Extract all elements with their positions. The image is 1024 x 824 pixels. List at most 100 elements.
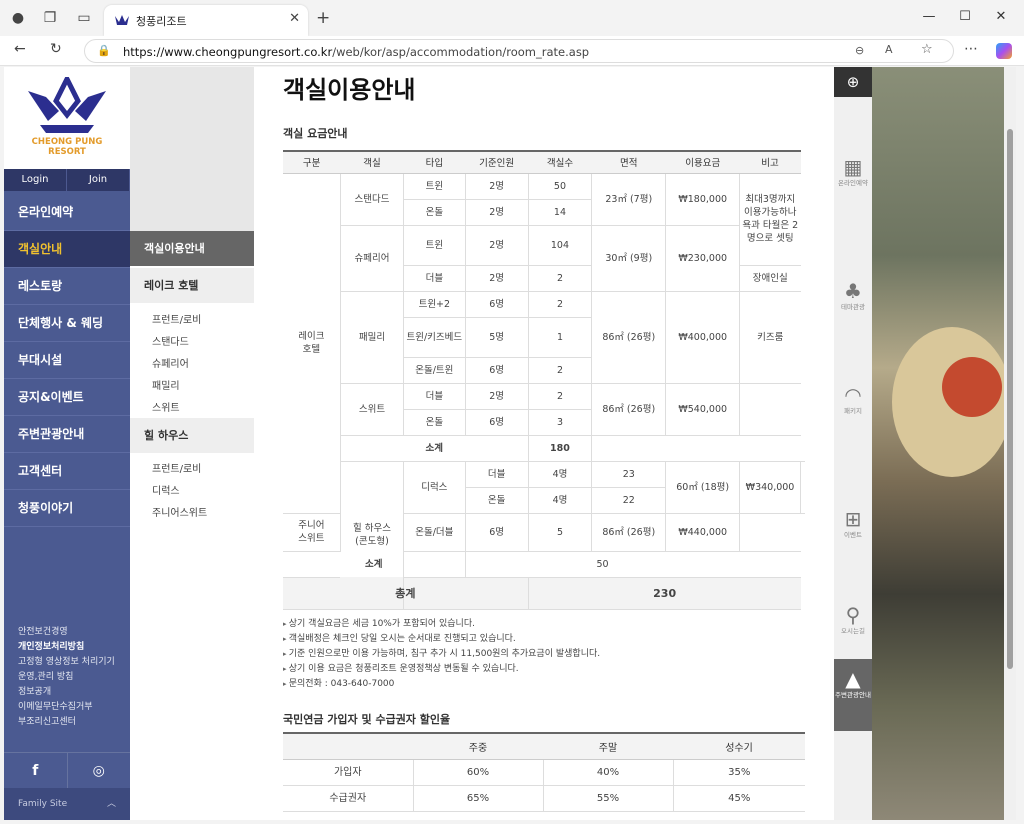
globe-icon[interactable]: ⊕ [834, 67, 872, 97]
new-tab-icon[interactable]: + [316, 8, 330, 28]
cell: 60㎡ (18평) [665, 460, 741, 514]
submenu-item[interactable]: 프런트/로비 [152, 311, 201, 326]
footer-link[interactable]: 부조리신고센터 [18, 715, 128, 730]
cell: 더블 [464, 460, 529, 488]
join-link[interactable]: Join [67, 169, 130, 191]
submenu-item[interactable]: 스위트 [152, 399, 180, 414]
room-name: 스탠다드 [339, 172, 405, 226]
instagram-icon[interactable]: ◎ [68, 753, 131, 788]
copilot-icon[interactable] [996, 43, 1012, 59]
background-photo [872, 67, 1016, 820]
cell [591, 434, 801, 462]
facebook-icon[interactable]: f [4, 753, 68, 788]
col-header: 구분 [283, 150, 341, 174]
footer-link[interactable]: 고정형 영상정보 처리기기 [18, 655, 128, 670]
zoom-icon[interactable]: ⊖ [855, 44, 864, 57]
page-scrollbar[interactable] [1004, 67, 1016, 820]
group-lake: 레이크 호텔 [283, 172, 341, 514]
refresh-icon[interactable]: ↻ [50, 41, 62, 57]
login-link[interactable]: Login [4, 169, 67, 191]
quick-event[interactable]: ⊞ 이벤트 [834, 507, 872, 563]
cell: 45% [672, 784, 805, 812]
cell: 4명 [527, 460, 593, 488]
page-title: 객실이용안내 [283, 76, 416, 104]
submenu-room-guide[interactable]: 객실이용안내 [130, 231, 254, 266]
quick-label: 이벤트 [844, 531, 862, 539]
logo-sub: RESORT [48, 147, 86, 157]
scroll-thumb[interactable] [1007, 129, 1013, 669]
quick-label: 패키지 [844, 407, 862, 415]
room-name: 패밀리 [340, 290, 405, 384]
cell: 온돌 [403, 408, 466, 436]
footer-link[interactable]: 안전보건경영 [18, 625, 128, 640]
menu-restaurant[interactable]: 레스토랑 [4, 268, 130, 305]
more-menu-icon[interactable]: ⋯ [964, 41, 978, 57]
menu-customer-center[interactable]: 고객센터 [4, 453, 130, 490]
submenu-item[interactable]: 패밀리 [152, 377, 180, 392]
cell [739, 382, 801, 436]
close-tab-icon[interactable]: ✕ [289, 11, 300, 26]
footer-link[interactable]: 정보공개 [18, 685, 128, 700]
profile-icon[interactable]: ● [8, 8, 28, 28]
cell: 35% [672, 758, 805, 786]
cell: 더블 [403, 382, 466, 410]
menu-story[interactable]: 청풍이야기 [4, 490, 130, 527]
cell: 2명 [464, 264, 529, 292]
submenu-item[interactable]: 주니어스위트 [152, 504, 207, 519]
tab-actions-icon[interactable]: ▭ [74, 8, 94, 28]
menu-online-reservation[interactable]: 온라인예약 [4, 194, 130, 231]
cell: 6명 [464, 408, 529, 436]
submenu-item[interactable]: 슈페리어 [152, 355, 189, 370]
cell: 50 [527, 172, 593, 200]
quick-directions[interactable]: ⚲ 오시는길 [834, 603, 872, 659]
footer-link[interactable]: 운영,관리 방침 [18, 670, 128, 685]
quick-online-reservation[interactable]: ▦ 온라인예약 [834, 155, 872, 211]
menu-room-info[interactable]: 객실안내 [4, 231, 130, 268]
minimize-icon[interactable]: — [914, 6, 944, 28]
menu-nearby-tour[interactable]: 주변관광안내 [4, 416, 130, 453]
cell: ₩540,000 [665, 382, 741, 436]
menu-facilities[interactable]: 부대시설 [4, 342, 130, 379]
resort-logo[interactable]: CHEONG PUNG RESORT [4, 67, 130, 169]
browser-window: ● ❐ ▭ 청풍리조트 ✕ + — ☐ ✕ ← ↻ 🔒 https://www.… [0, 0, 1024, 824]
close-window-icon[interactable]: ✕ [986, 6, 1016, 28]
submenu-item[interactable]: 스탠다드 [152, 333, 189, 348]
subtotal-row: 소계 180 [283, 434, 805, 462]
quick-package[interactable]: ◠ 패키지 [834, 383, 872, 439]
favorite-star-icon[interactable]: ☆ [921, 42, 933, 57]
subtotal-label: 소계 [340, 434, 529, 462]
room-rate-table: 구분 객실 타입 기준인원 객실수 면적 이용요금 비고 레이크 호텔 스탠다드… [283, 150, 805, 610]
note-item: 상기 이용 요금은 청풍리조트 운영정책상 변동될 수 있습니다. [283, 662, 823, 677]
maximize-icon[interactable]: ☐ [950, 6, 980, 28]
collections-icon[interactable]: ❐ [40, 8, 60, 28]
quick-theme-tour[interactable]: ♣ 테마관광 [834, 279, 872, 335]
submenu-item[interactable]: 프런트/로비 [152, 460, 201, 475]
cell: 1 [527, 316, 592, 358]
back-icon[interactable]: ← [14, 41, 26, 57]
calendar-icon: ▦ [843, 155, 863, 179]
col-header: 주중 [413, 732, 543, 760]
cell: 4명 [527, 486, 593, 514]
read-aloud-icon[interactable]: A [885, 43, 893, 56]
family-site-select[interactable]: Family Site ︿ [4, 788, 130, 820]
submenu-lake-hotel[interactable]: 레이크 호텔 [130, 268, 254, 303]
cell: 2 [527, 356, 592, 384]
cell: 온돌 [465, 486, 529, 514]
menu-group-wedding[interactable]: 단체행사 & 웨딩 [4, 305, 130, 342]
subtotal-value: 180 [527, 434, 593, 462]
footer-link[interactable]: 이메일무단수집거부 [18, 700, 128, 715]
address-bar[interactable]: 🔒 https://www.cheongpungresort.co.kr/web… [84, 39, 954, 63]
footer-link[interactable]: 개인정보처리방침 [18, 640, 128, 655]
cell: 트윈 [403, 224, 466, 266]
submenu-item[interactable]: 디럭스 [152, 482, 180, 497]
menu-notice-event[interactable]: 공지&이벤트 [4, 379, 130, 416]
submenu-hill-house[interactable]: 힐 하우스 [130, 418, 254, 453]
footer-links: 안전보건경영 개인정보처리방침 고정형 영상정보 처리기기 운영,관리 방침 정… [18, 625, 128, 730]
cell: 가입자 [283, 758, 414, 786]
cell: 30㎡ (9평) [591, 224, 667, 292]
mountain-pin-icon: ▲ [845, 667, 861, 691]
table-row: 패밀리 트윈+2 6명 2 86㎡ (26평) ₩400,000 키즈룸 [283, 290, 805, 384]
quick-nearby-tour[interactable]: ▲ 주변관광안내 [834, 659, 872, 731]
quick-label: 온라인예약 [838, 179, 868, 187]
active-tab[interactable]: 청풍리조트 ✕ [104, 5, 308, 36]
